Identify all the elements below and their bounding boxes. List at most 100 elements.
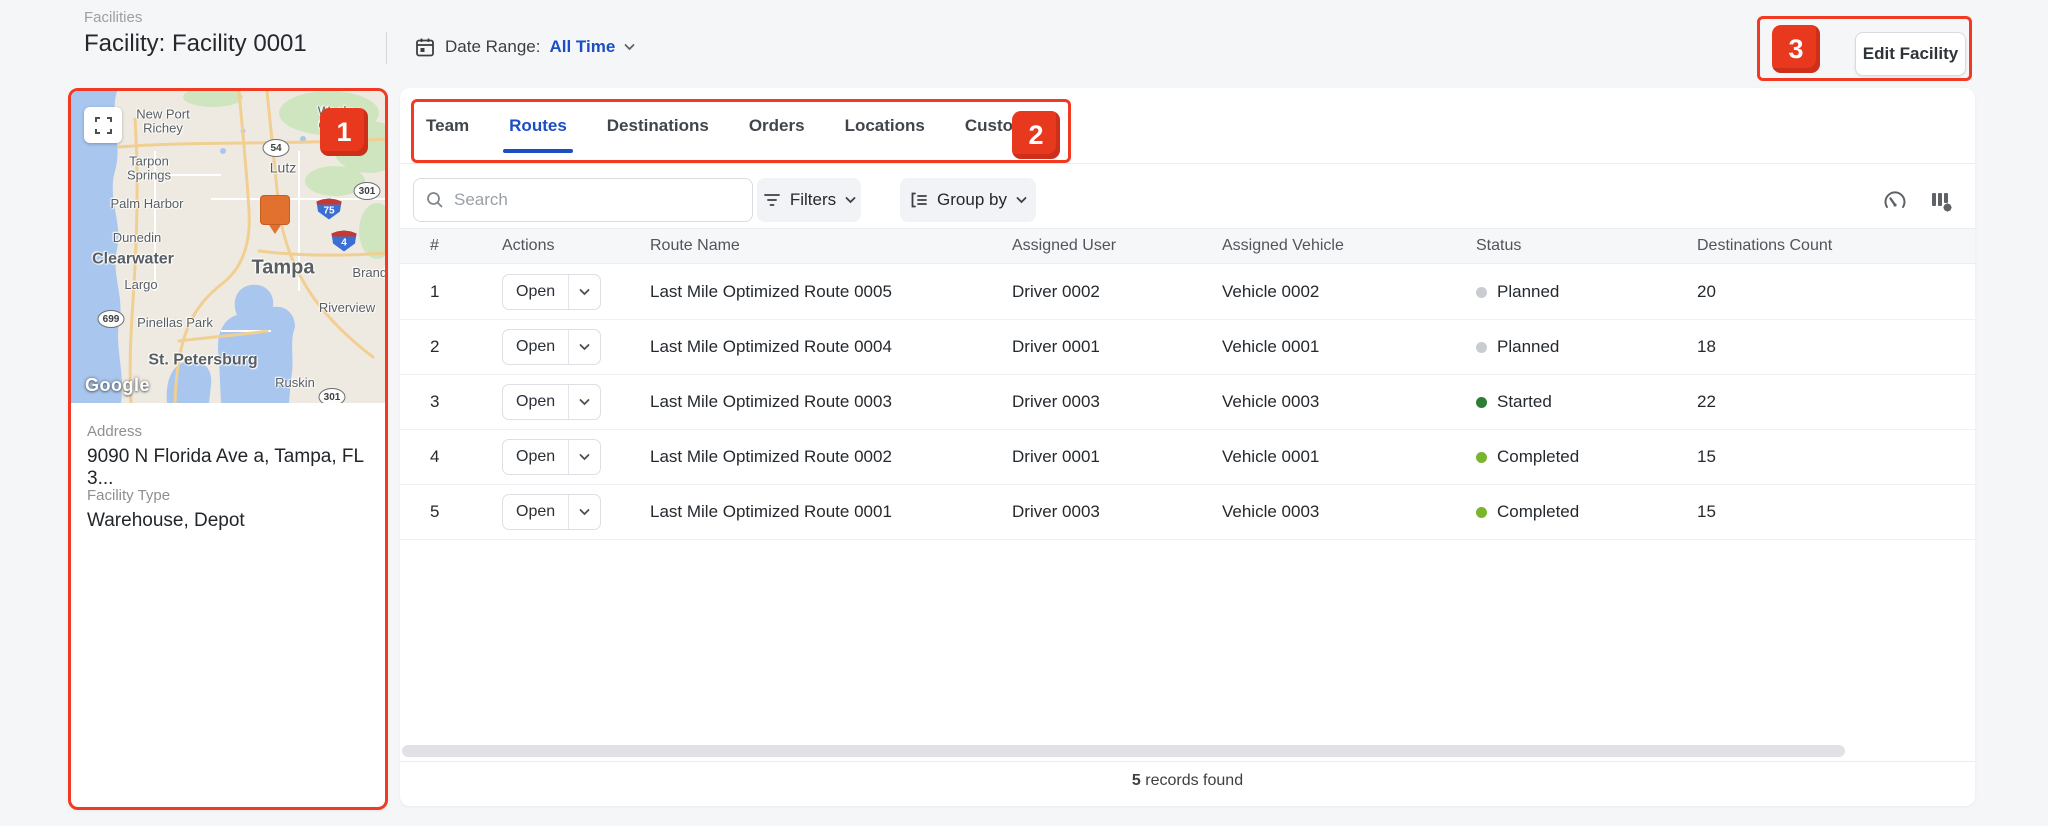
chevron-down-icon[interactable]: [568, 275, 600, 309]
date-range-value: All Time: [549, 37, 615, 57]
actions-cell: Open: [502, 494, 650, 530]
table-row: 5OpenLast Mile Optimized Route 0001Drive…: [400, 485, 1975, 540]
column-header: Actions: [502, 237, 650, 255]
column-header: Assigned Vehicle: [1222, 237, 1476, 255]
fullscreen-icon: [95, 117, 112, 134]
row-index: 4: [430, 447, 502, 467]
group-by-button[interactable]: Group by: [900, 178, 1036, 222]
destinations-count: 20: [1697, 282, 1975, 302]
records-found: 5 records found: [400, 772, 1975, 790]
chevron-down-icon[interactable]: [568, 330, 600, 364]
facility-type-block: Facility Type Warehouse, Depot: [87, 487, 245, 532]
status-dot: [1476, 452, 1487, 463]
date-range-control[interactable]: Date Range: All Time: [414, 36, 634, 58]
annotation-badge-3: 3: [1772, 25, 1820, 73]
row-index: 5: [430, 502, 502, 522]
status-dot: [1476, 287, 1487, 298]
open-button-label: Open: [503, 495, 568, 529]
destinations-count: 18: [1697, 337, 1975, 357]
performance-gauge-icon[interactable]: [1878, 184, 1912, 218]
open-route-button[interactable]: Open: [502, 494, 601, 530]
assigned-vehicle: Vehicle 0001: [1222, 447, 1476, 467]
column-header: Assigned User: [1012, 237, 1222, 255]
table-row: 4OpenLast Mile Optimized Route 0002Drive…: [400, 430, 1975, 485]
address-label: Address: [87, 423, 385, 440]
group-by-icon: [910, 192, 928, 208]
open-route-button[interactable]: Open: [502, 329, 601, 365]
assigned-user: Driver 0002: [1012, 282, 1222, 302]
records-suffix: records found: [1141, 772, 1243, 789]
row-index: 1: [430, 282, 502, 302]
route-name: Last Mile Optimized Route 0004: [650, 337, 1012, 357]
chevron-down-icon: [624, 42, 634, 52]
status-cell: Completed: [1476, 447, 1697, 467]
records-count: 5: [1132, 772, 1141, 789]
filters-label: Filters: [790, 190, 836, 210]
assigned-vehicle: Vehicle 0003: [1222, 502, 1476, 522]
open-route-button[interactable]: Open: [502, 384, 601, 420]
open-route-button[interactable]: Open: [502, 439, 601, 475]
status-cell: Started: [1476, 392, 1697, 412]
status-dot: [1476, 342, 1487, 353]
route-name: Last Mile Optimized Route 0005: [650, 282, 1012, 302]
assigned-vehicle: Vehicle 0003: [1222, 392, 1476, 412]
date-range-label: Date Range:: [445, 37, 540, 57]
tab-locations[interactable]: Locations: [843, 108, 927, 156]
chevron-down-icon[interactable]: [568, 440, 600, 474]
assigned-user: Driver 0003: [1012, 392, 1222, 412]
tab-destinations[interactable]: Destinations: [605, 108, 711, 156]
chevron-down-icon: [1016, 195, 1026, 205]
horizontal-scrollbar[interactable]: [402, 745, 1845, 757]
column-header: Route Name: [650, 237, 1012, 255]
status-label: Planned: [1497, 337, 1559, 357]
tab-team[interactable]: Team: [424, 108, 471, 156]
filters-button[interactable]: Filters: [757, 178, 861, 222]
annotation-box-3: 3 Edit Facility: [1757, 16, 1972, 81]
actions-cell: Open: [502, 329, 650, 365]
destinations-count: 15: [1697, 447, 1975, 467]
chevron-down-icon: [845, 195, 855, 205]
tab-routes[interactable]: Routes: [507, 108, 569, 156]
map-canvas[interactable]: New Port RicheyWesley ChapelTarpon Sprin…: [71, 91, 385, 403]
column-header: #: [430, 237, 502, 255]
group-by-label: Group by: [937, 190, 1007, 210]
chevron-down-icon[interactable]: [568, 495, 600, 529]
status-cell: Planned: [1476, 282, 1697, 302]
map-fullscreen-button[interactable]: [84, 107, 122, 143]
page-title: Facility: Facility 0001: [84, 30, 307, 58]
table-body: 1OpenLast Mile Optimized Route 0005Drive…: [400, 265, 1975, 540]
column-header: Destinations Count: [1697, 237, 1975, 255]
assigned-vehicle: Vehicle 0001: [1222, 337, 1476, 357]
address-block: Address 9090 N Florida Ave a, Tampa, FL …: [87, 423, 385, 490]
assigned-user: Driver 0001: [1012, 337, 1222, 357]
tab-orders[interactable]: Orders: [747, 108, 807, 156]
google-logo[interactable]: Google: [85, 375, 150, 396]
edit-facility-button[interactable]: Edit Facility: [1855, 32, 1966, 76]
status-cell: Completed: [1476, 502, 1697, 522]
table-row: 2OpenLast Mile Optimized Route 0004Drive…: [400, 320, 1975, 375]
facility-type-label: Facility Type: [87, 487, 245, 504]
status-label: Completed: [1497, 447, 1579, 467]
annotation-badge-1: 1: [320, 108, 368, 156]
open-button-label: Open: [503, 385, 568, 419]
assigned-vehicle: Vehicle 0002: [1222, 282, 1476, 302]
routes-panel: TeamRoutesDestinationsOrdersLocationsCus…: [400, 88, 1975, 806]
table-header: #ActionsRoute NameAssigned UserAssigned …: [400, 228, 1975, 264]
column-settings-icon[interactable]: [1924, 184, 1958, 218]
status-dot: [1476, 397, 1487, 408]
open-route-button[interactable]: Open: [502, 274, 601, 310]
calendar-icon: [414, 36, 436, 58]
chevron-down-icon[interactable]: [568, 385, 600, 419]
actions-cell: Open: [502, 439, 650, 475]
open-button-label: Open: [503, 330, 568, 364]
status-cell: Planned: [1476, 337, 1697, 357]
breadcrumb[interactable]: Facilities: [84, 9, 142, 26]
actions-cell: Open: [502, 274, 650, 310]
actions-cell: Open: [502, 384, 650, 420]
facility-type-value: Warehouse, Depot: [87, 510, 245, 532]
row-index: 3: [430, 392, 502, 412]
annotation-badge-2: 2: [1012, 111, 1060, 159]
facility-map-marker[interactable]: [260, 195, 290, 225]
search-input[interactable]: [454, 190, 740, 210]
assigned-user: Driver 0001: [1012, 447, 1222, 467]
